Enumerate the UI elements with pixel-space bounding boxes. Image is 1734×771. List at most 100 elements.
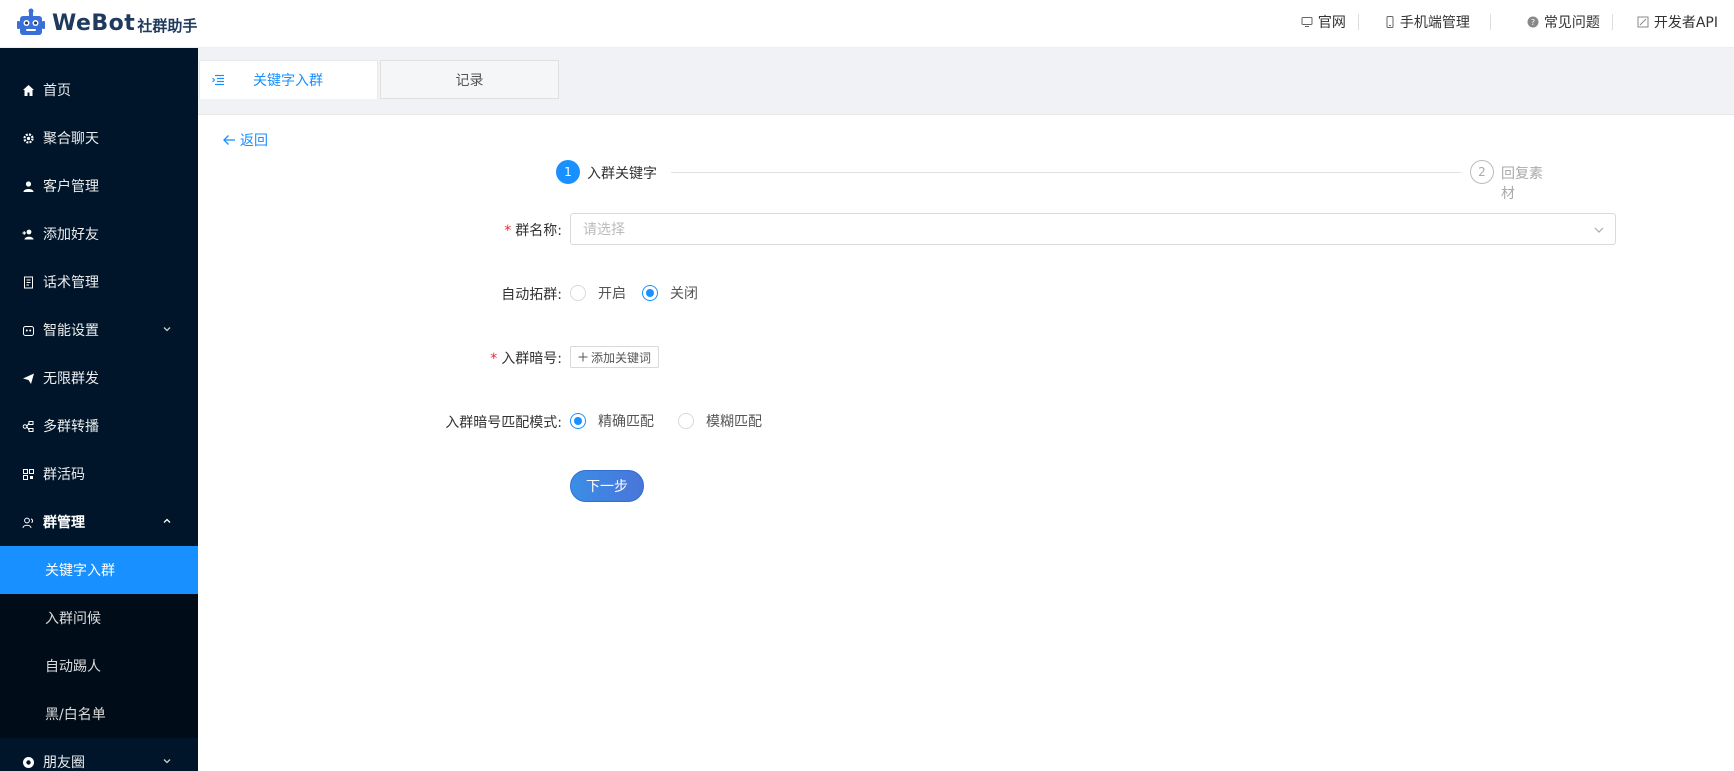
radio-circle-checked[interactable]: [642, 285, 658, 301]
sidebar-item-label: 话术管理: [43, 275, 99, 291]
join-keyword-label: * 入群暗号:: [490, 348, 562, 368]
main-content: 关键字入群 记录 返回 1 入群关键字 2 回复素材 * 群名称: 请选择 自动拓…: [198, 48, 1734, 771]
brand-subtitle: 社群助手: [137, 17, 198, 35]
brand-name: WeBot: [52, 10, 136, 36]
top-header: WeBot 社群助手 官网 手机端管理 ? 常见问题 开发者API: [0, 0, 1734, 48]
top-links: 官网 手机端管理 ? 常见问题 开发者API: [1289, 14, 1718, 31]
radio-circle-checked[interactable]: [570, 413, 586, 429]
step-connector: [671, 172, 1461, 173]
home-icon: [23, 84, 34, 96]
chevron-down-icon: [1594, 227, 1604, 233]
submenu-item-auto-kick[interactable]: 自动踢人: [0, 642, 198, 690]
auto-expand-radio-group: 开启 关闭: [570, 277, 714, 309]
user-add-icon: [22, 229, 34, 239]
sidebar-item-add-friend[interactable]: 添加好友: [0, 210, 198, 258]
sidebar-item-customers[interactable]: 客户管理: [0, 162, 198, 210]
top-link-label: 常见问题: [1543, 15, 1600, 31]
match-mode-label: 入群暗号匹配模式:: [445, 415, 562, 431]
top-link-label: 官网: [1317, 15, 1346, 31]
sidebar-item-scripts[interactable]: 话术管理: [0, 258, 198, 306]
group-name-label: * 群名称:: [504, 220, 562, 240]
submenu-item-keyword-join[interactable]: 关键字入群: [0, 546, 198, 594]
tab-keyword-join[interactable]: 关键字入群: [199, 60, 378, 99]
group-name-control: 请选择: [570, 213, 1616, 245]
radio-circle[interactable]: [570, 285, 586, 301]
chevron-down-icon: [163, 759, 171, 764]
team-icon: [22, 517, 34, 528]
auto-expand-on-radio[interactable]: 开启: [570, 283, 626, 303]
moments-icon: [23, 756, 34, 768]
sidebar-item-multi-relay[interactable]: 多群转播: [0, 402, 198, 450]
menu-fold-icon: [212, 74, 224, 86]
form-row-join-keyword: * 入群暗号: 添加关键词: [198, 341, 1734, 373]
actions-control: 下一步: [570, 470, 644, 502]
top-link-mobile-manage[interactable]: 手机端管理: [1359, 14, 1491, 31]
sidebar-item-chat[interactable]: 聚合聊天: [0, 114, 198, 162]
form-row-group-name: * 群名称: 请选择: [198, 213, 1734, 245]
auto-expand-off-radio[interactable]: 关闭: [642, 283, 698, 303]
arrow-left-icon: [223, 135, 235, 145]
back-link[interactable]: 返回: [222, 130, 268, 150]
match-exact-radio[interactable]: 精确匹配: [570, 411, 654, 431]
chevron-down-icon: [163, 327, 171, 332]
sidebar-item-group-manage[interactable]: 群管理: [0, 498, 198, 546]
radio-label: 开启: [598, 286, 626, 302]
step-2-label: 回复素材: [1501, 166, 1543, 202]
auto-expand-control: 开启 关闭: [570, 277, 714, 309]
tab-label: 记录: [455, 72, 484, 89]
sidebar-item-group-qrcode[interactable]: 群活码: [0, 450, 198, 498]
form-row-match-mode: 入群暗号匹配模式: 精确匹配 模糊匹配: [198, 405, 1734, 437]
next-step-button[interactable]: 下一步: [570, 470, 644, 502]
step-1-label: 入群关键字: [587, 166, 657, 182]
tab-records[interactable]: 记录: [380, 60, 559, 99]
sidebar-item-home[interactable]: 首页: [0, 66, 198, 114]
submenu-item-label: 黑/白名单: [45, 707, 106, 723]
chevron-up-icon: [163, 518, 171, 523]
auto-expand-label: 自动拓群:: [501, 287, 562, 303]
sidebar-item-label: 朋友圈: [43, 755, 85, 771]
radio-label: 关闭: [670, 286, 698, 302]
sidebar-item-moments[interactable]: 朋友圈: [0, 738, 198, 771]
submenu-item-join-greeting[interactable]: 入群问候: [0, 594, 198, 642]
group-name-label-text: 群名称:: [515, 223, 562, 239]
add-keyword-label: 添加关键词: [591, 350, 652, 365]
sidebar-item-label: 群活码: [43, 467, 85, 483]
send-icon: [23, 373, 34, 384]
sidebar-item-mass-send[interactable]: 无限群发: [0, 354, 198, 402]
sidebar-item-label: 无限群发: [43, 371, 99, 387]
submenu-item-black-white-list[interactable]: 黑/白名单: [0, 690, 198, 738]
radio-label: 模糊匹配: [706, 414, 762, 430]
add-keyword-button[interactable]: 添加关键词: [570, 346, 660, 368]
brand-logo[interactable]: WeBot 社群助手: [16, 8, 197, 38]
form-row-auto-expand: 自动拓群: 开启 关闭: [198, 277, 1734, 309]
match-mode-radio-group: 精确匹配 模糊匹配: [570, 405, 778, 437]
required-mark: *: [490, 351, 498, 367]
join-keyword-label-text: 入群暗号:: [501, 351, 562, 367]
submenu-item-label: 入群问候: [45, 611, 101, 627]
sidebar-item-label: 多群转播: [43, 419, 99, 435]
robot-icon: [23, 325, 34, 336]
group-name-select[interactable]: 请选择: [570, 213, 1616, 245]
gear-icon: [23, 132, 34, 144]
radio-label: 精确匹配: [598, 414, 654, 430]
top-link-label: 手机端管理: [1399, 15, 1470, 31]
top-link-official-site[interactable]: 官网: [1289, 14, 1359, 31]
qrcode-icon: [23, 468, 34, 480]
top-link-faq[interactable]: ? 常见问题: [1491, 14, 1613, 31]
top-link-label: 开发者API: [1653, 15, 1718, 31]
radio-circle[interactable]: [678, 413, 694, 429]
sidebar-item-smart-settings[interactable]: 智能设置: [0, 306, 198, 354]
broadcast-icon: [22, 420, 34, 432]
top-link-developer-api[interactable]: 开发者API: [1613, 14, 1718, 31]
step-2-dot: 2: [1470, 160, 1494, 184]
match-fuzzy-radio[interactable]: 模糊匹配: [678, 411, 762, 431]
sidebar-item-label: 添加好友: [43, 227, 99, 243]
svg-text:?: ?: [1531, 18, 1535, 27]
user-icon: [23, 180, 34, 192]
tab-bar: 关键字入群 记录: [198, 48, 1734, 115]
sidebar-item-label: 首页: [43, 83, 71, 99]
sidebar-item-label: 客户管理: [43, 179, 99, 195]
steps: 1 入群关键字 2 回复素材: [556, 160, 1556, 202]
submenu-item-label: 关键字入群: [45, 563, 115, 579]
